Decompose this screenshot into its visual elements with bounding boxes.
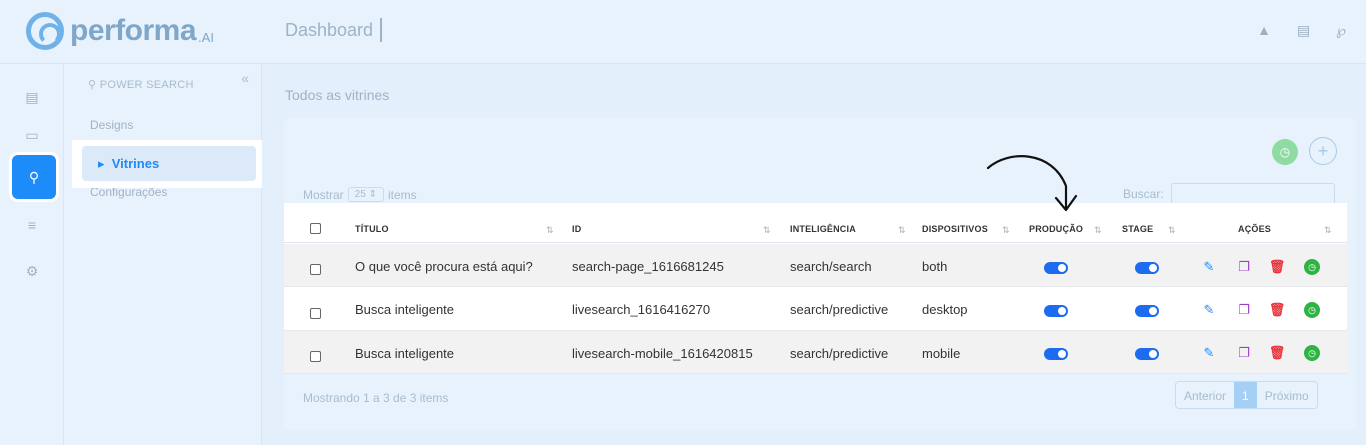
add-vitrine-button[interactable]: + xyxy=(1309,137,1337,165)
copy-icon[interactable]: ❐ xyxy=(1236,302,1252,318)
trash-icon[interactable]: 🗑 xyxy=(1269,259,1286,275)
trash-icon[interactable]: 🗑 xyxy=(1269,345,1286,361)
items-label: items xyxy=(387,187,417,202)
sort-icon[interactable]: ⇅ xyxy=(1324,225,1332,236)
user-icon[interactable]: ℘ xyxy=(1336,22,1346,39)
page-title: Dashboard xyxy=(285,20,374,40)
row-intelligence: search/predictive xyxy=(790,302,889,317)
copy-icon[interactable]: ❐ xyxy=(1236,345,1252,361)
pagination-previous[interactable]: Anterior xyxy=(1176,382,1234,408)
brand-logo[interactable]: performa .AI xyxy=(26,12,214,50)
row-intelligence: search/predictive xyxy=(790,346,889,361)
section-title: Todos as vitrines xyxy=(285,87,390,103)
store-icon[interactable]: ▤ xyxy=(15,80,49,114)
row-id: search-page_1616681245 xyxy=(572,259,724,274)
column-inteligencia[interactable]: INTELIGÊNCIA xyxy=(790,224,856,234)
copy-icon[interactable]: ❐ xyxy=(1236,259,1252,275)
clock-icon[interactable]: ◷ xyxy=(1304,259,1320,275)
sort-icon[interactable]: ⇅ xyxy=(546,225,554,236)
collapse-sidebar-icon[interactable]: « xyxy=(241,70,249,86)
top-header: performa .AI Dashboard ▲ ▤ ℘ xyxy=(0,0,1366,64)
table-row[interactable]: Busca inteligente livesearch-mobile_1616… xyxy=(284,331,1347,374)
page-size-select[interactable]: 25 ⇕ xyxy=(347,187,384,202)
store-icon[interactable]: ▤ xyxy=(1297,22,1310,39)
column-stage[interactable]: STAGE xyxy=(1122,224,1153,234)
sliders-icon[interactable]: ≡ xyxy=(15,208,49,242)
stage-toggle[interactable] xyxy=(1135,262,1159,274)
header-actions: ▲ ▤ ℘ xyxy=(1257,22,1346,39)
search-input[interactable] xyxy=(1171,183,1335,205)
sort-icon[interactable]: ⇅ xyxy=(1168,225,1176,236)
producao-toggle[interactable] xyxy=(1044,348,1068,360)
producao-toggle[interactable] xyxy=(1044,305,1068,317)
logo-mark-icon xyxy=(26,12,64,50)
edit-icon[interactable]: ✎ xyxy=(1201,302,1217,318)
title-separator xyxy=(380,18,382,42)
icon-rail: ▤ ▭ ⚲ ≡ ⚙ xyxy=(0,64,64,445)
clock-icon[interactable]: ◷ xyxy=(1304,345,1320,361)
brand-name: performa xyxy=(70,14,197,47)
column-acoes: AÇÕES xyxy=(1238,224,1272,234)
column-id[interactable]: ID xyxy=(572,224,581,234)
row-devices: desktop xyxy=(922,302,968,317)
sidebar-item-vitrines-highlight: ▸ Vitrines xyxy=(72,140,262,188)
select-all-checkbox[interactable] xyxy=(310,223,321,234)
trash-icon[interactable]: 🗑 xyxy=(1269,302,1286,318)
edit-icon[interactable]: ✎ xyxy=(1201,259,1217,275)
pagination: Anterior 1 Próximo xyxy=(1175,381,1318,409)
row-id: livesearch-mobile_1616420815 xyxy=(572,346,753,361)
table-row[interactable]: Busca inteligente livesearch_1616416270 … xyxy=(284,288,1347,331)
history-button[interactable]: ◷ xyxy=(1272,139,1298,165)
table-row[interactable]: O que você procura está aqui? search-pag… xyxy=(284,244,1347,287)
sidebar: ⚲ POWER SEARCH « Designs Configurações ▸… xyxy=(64,64,262,445)
page-size-control: Mostrar 25 ⇕ items xyxy=(303,187,417,202)
column-dispositivos[interactable]: DISPOSITIVOS xyxy=(922,224,988,234)
sort-icon[interactable]: ⇅ xyxy=(898,225,906,236)
row-intelligence: search/search xyxy=(790,259,872,274)
pagination-next[interactable]: Próximo xyxy=(1257,382,1317,408)
edit-icon[interactable]: ✎ xyxy=(1201,345,1217,361)
search-icon[interactable]: ⚲ xyxy=(12,155,56,199)
row-id: livesearch_1616416270 xyxy=(572,302,711,317)
row-checkbox[interactable] xyxy=(310,264,321,275)
clock-icon: ◷ xyxy=(1279,145,1291,159)
table-info: Mostrando 1 a 3 de 3 items xyxy=(303,391,449,405)
vitrines-table: TÍTULO ⇅ ID ⇅ INTELIGÊNCIA ⇅ DISPOSITIVO… xyxy=(284,203,1347,374)
row-title: Busca inteligente xyxy=(355,346,455,361)
brand-suffix: .AI xyxy=(198,29,214,45)
clock-icon[interactable]: ◷ xyxy=(1304,302,1320,318)
producao-toggle[interactable] xyxy=(1044,262,1068,274)
power-search-label[interactable]: ⚲ POWER SEARCH xyxy=(88,78,194,91)
row-checkbox[interactable] xyxy=(310,308,321,319)
stage-toggle[interactable] xyxy=(1135,348,1159,360)
column-titulo[interactable]: TÍTULO xyxy=(355,224,389,234)
gear-icon[interactable]: ⚙ xyxy=(15,254,49,288)
column-producao[interactable]: PRODUÇÃO xyxy=(1029,224,1083,234)
sidebar-item-vitrines[interactable]: ▸ Vitrines xyxy=(82,146,256,181)
sidebar-item-designs[interactable]: Designs xyxy=(90,118,133,132)
row-checkbox[interactable] xyxy=(310,351,321,362)
search-label: Buscar: xyxy=(1123,187,1164,201)
sort-icon[interactable]: ⇅ xyxy=(1094,225,1102,236)
sort-icon[interactable]: ⇅ xyxy=(1002,225,1010,236)
row-devices: both xyxy=(922,259,948,274)
row-title: O que você procura está aqui? xyxy=(355,259,533,274)
stage-toggle[interactable] xyxy=(1135,305,1159,317)
table-header: TÍTULO ⇅ ID ⇅ INTELIGÊNCIA ⇅ DISPOSITIVO… xyxy=(284,203,1347,243)
sort-icon[interactable]: ⇅ xyxy=(763,225,771,236)
annotation-arrow-icon xyxy=(986,155,1078,212)
row-title: Busca inteligente xyxy=(355,302,455,317)
pagination-page[interactable]: 1 xyxy=(1234,382,1257,408)
bell-icon[interactable]: ▲ xyxy=(1257,22,1271,39)
show-label: Mostrar xyxy=(303,187,344,202)
row-devices: mobile xyxy=(922,346,961,361)
monitor-icon[interactable]: ▭ xyxy=(15,118,49,152)
